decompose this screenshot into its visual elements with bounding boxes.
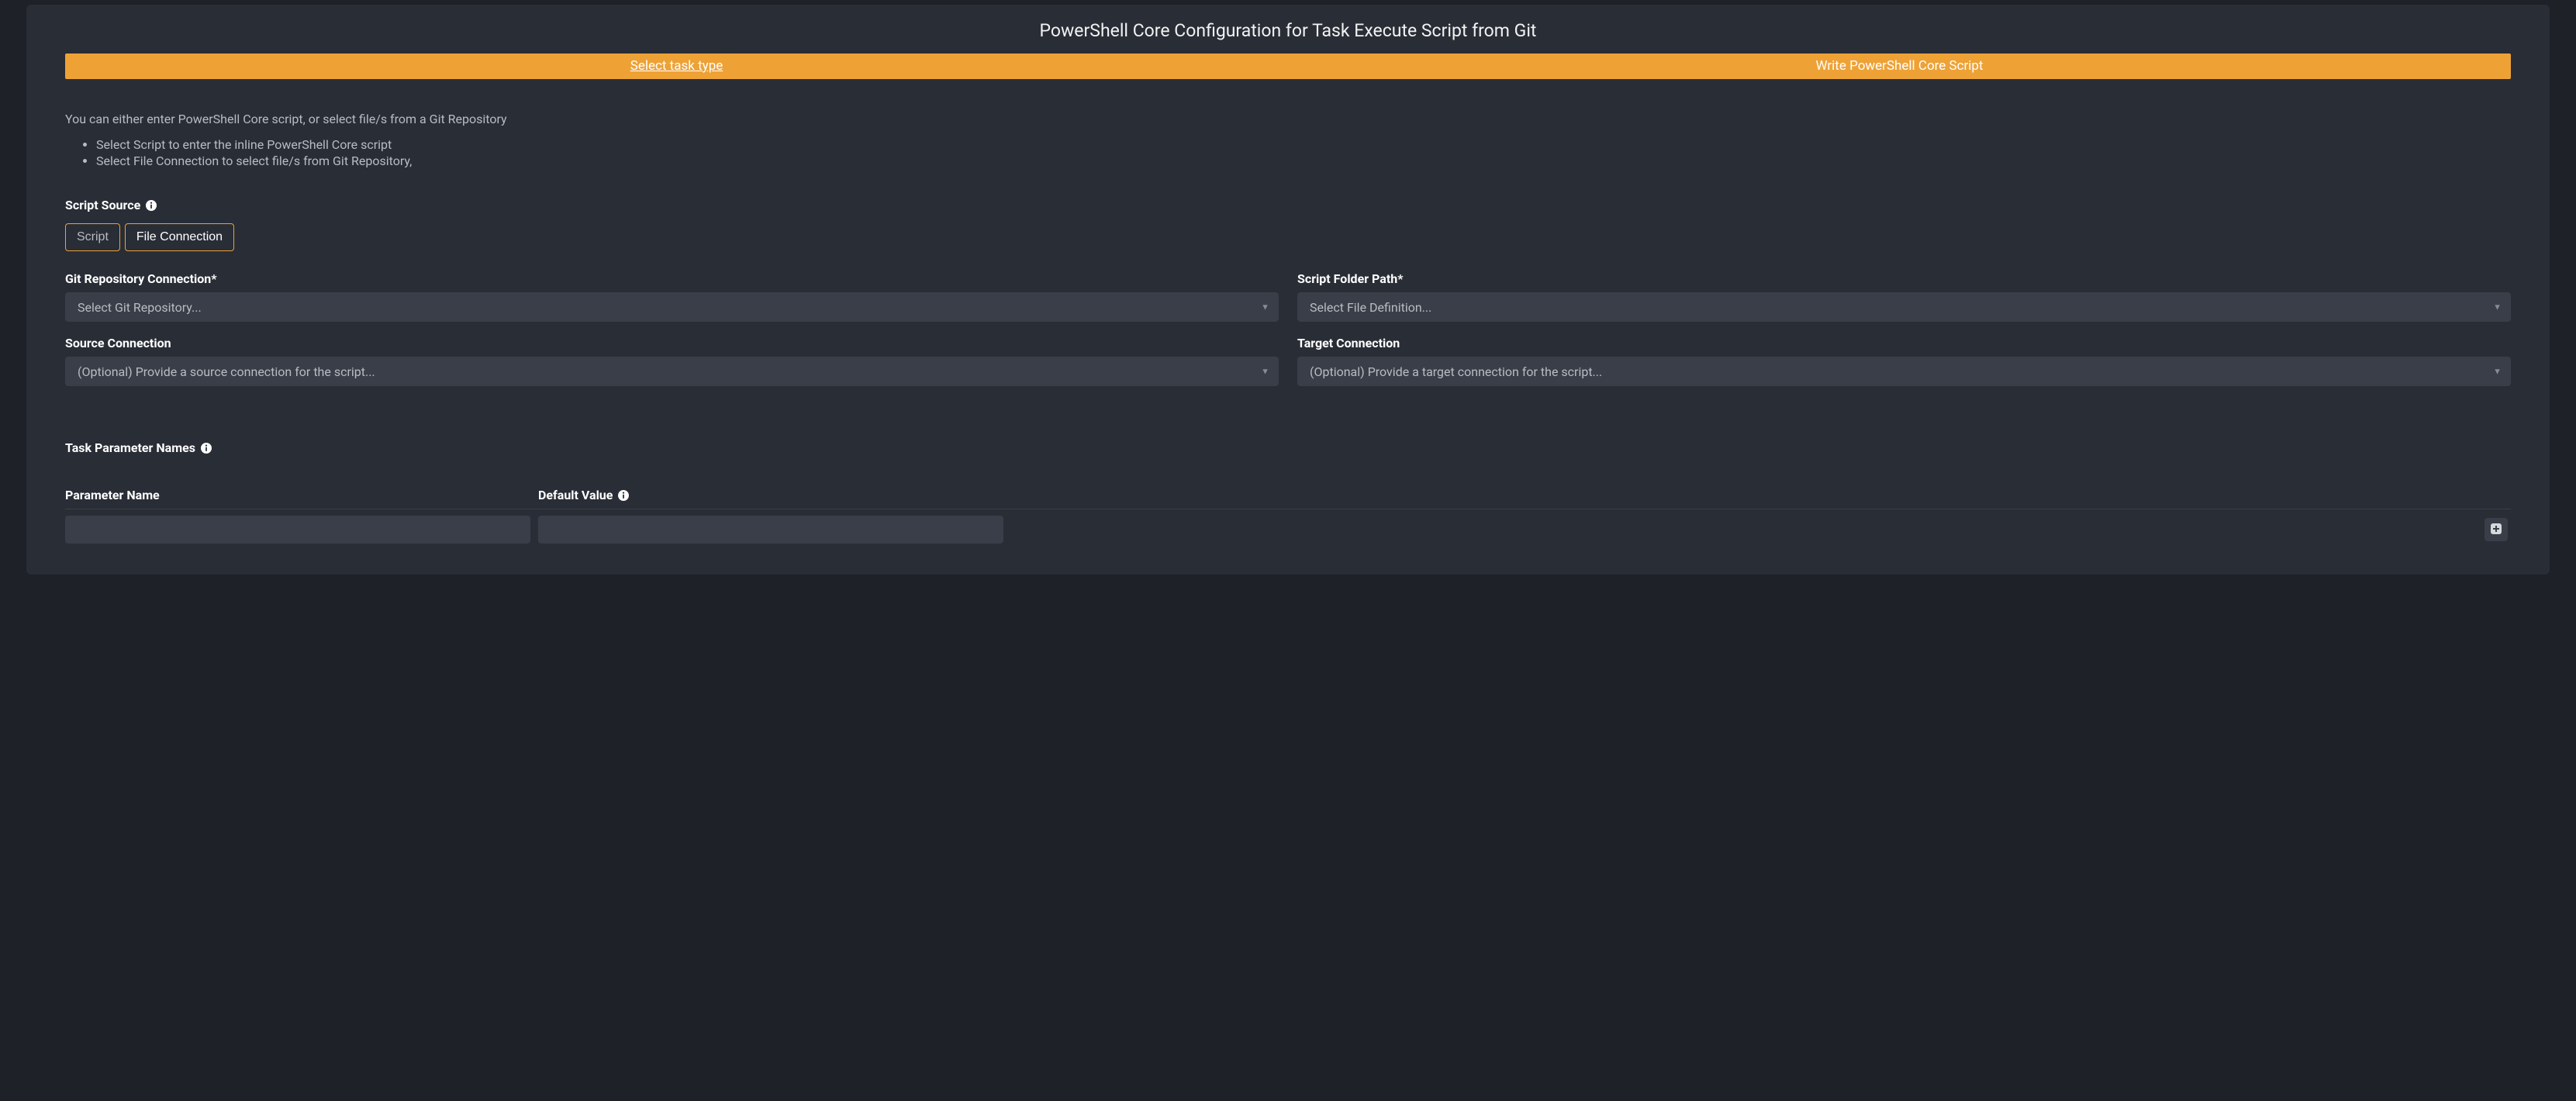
default-value-column-text: Default Value	[538, 488, 613, 502]
info-icon[interactable]	[200, 442, 212, 454]
git-repo-label: Git Repository Connection*	[65, 271, 1279, 286]
default-value-column-header: Default Value	[538, 488, 1003, 502]
script-source-option-script[interactable]: Script	[65, 223, 120, 251]
source-connection-label: Source Connection	[65, 336, 1279, 350]
intro-bullet: Select Script to enter the inline PowerS…	[96, 137, 2511, 152]
page-title: PowerShell Core Configuration for Task E…	[65, 20, 2511, 41]
script-folder-select[interactable]: Select File Definition...	[1297, 292, 2511, 322]
task-param-names-label: Task Parameter Names	[65, 440, 2511, 455]
task-param-names-label-text: Task Parameter Names	[65, 440, 195, 455]
script-source-toggle-group: Script File Connection	[65, 223, 2511, 251]
intro-text: You can either enter PowerShell Core scr…	[65, 112, 2511, 126]
param-default-input[interactable]	[538, 516, 1003, 544]
param-name-column-header: Parameter Name	[65, 488, 530, 502]
git-repo-select[interactable]: Select Git Repository...	[65, 292, 1279, 322]
intro-bullets: Select Script to enter the inline PowerS…	[96, 137, 2511, 168]
param-name-input[interactable]	[65, 516, 530, 544]
script-source-option-file-connection[interactable]: File Connection	[125, 223, 234, 251]
wizard-tab-strip: Select task type Write PowerShell Core S…	[65, 53, 2511, 79]
intro-bullet: Select File Connection to select file/s …	[96, 154, 2511, 168]
info-icon[interactable]	[145, 199, 157, 212]
info-icon[interactable]	[617, 489, 630, 502]
config-panel: PowerShell Core Configuration for Task E…	[26, 5, 2550, 575]
script-folder-label: Script Folder Path*	[1297, 271, 2511, 286]
table-row	[65, 516, 2511, 544]
tab-select-task-type[interactable]: Select task type	[65, 53, 1288, 79]
add-param-button[interactable]	[2484, 518, 2508, 541]
target-connection-label: Target Connection	[1297, 336, 2511, 350]
script-source-label: Script Source	[65, 198, 2511, 212]
tab-write-script[interactable]: Write PowerShell Core Script	[1288, 53, 2511, 79]
plus-icon	[2490, 523, 2502, 537]
source-connection-select[interactable]: (Optional) Provide a source connection f…	[65, 357, 1279, 386]
target-connection-select[interactable]: (Optional) Provide a target connection f…	[1297, 357, 2511, 386]
script-source-label-text: Script Source	[65, 198, 140, 212]
